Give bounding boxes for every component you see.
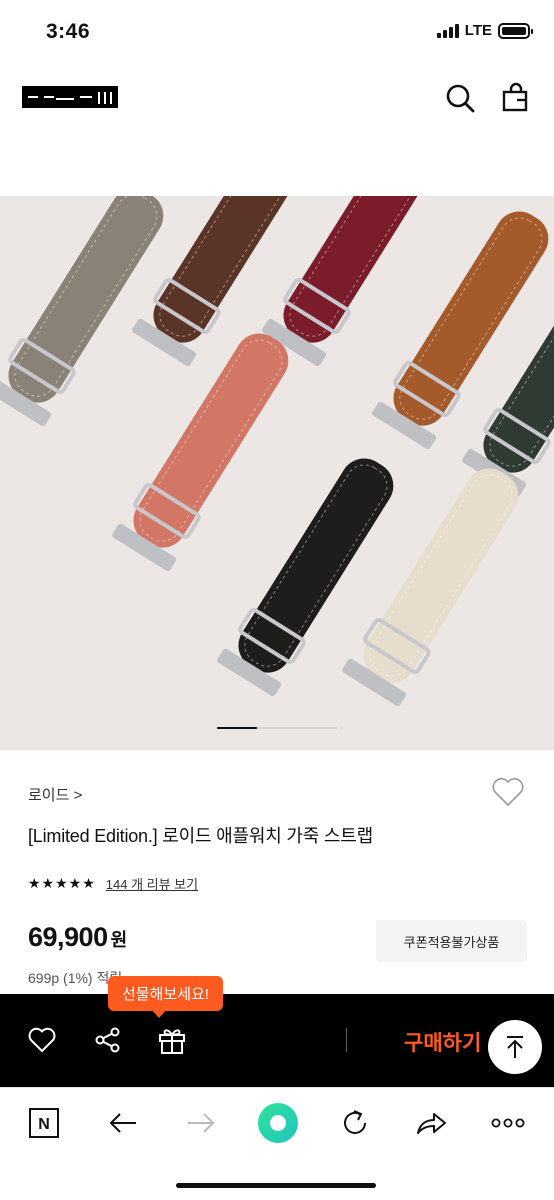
heart-icon[interactable] bbox=[26, 1024, 58, 1056]
share-forward-icon[interactable] bbox=[414, 1106, 448, 1140]
naver-n-label: N bbox=[38, 1116, 50, 1133]
price-amount: 69,900 bbox=[28, 922, 108, 952]
status-bar: 3:46 LTE bbox=[0, 0, 554, 70]
refresh-icon[interactable] bbox=[338, 1106, 372, 1140]
watch-strap bbox=[262, 196, 439, 367]
coupon-badge: 쿠폰적용불가상품 bbox=[376, 920, 527, 962]
back-arrow-icon[interactable] bbox=[106, 1106, 140, 1140]
bottom-action-bar: 구매하기 bbox=[0, 994, 554, 1087]
arrow-up-icon bbox=[507, 1036, 523, 1058]
price: 69,900 원 bbox=[28, 922, 127, 953]
watch-strap bbox=[0, 196, 164, 427]
buy-button[interactable]: 구매하기 bbox=[404, 1027, 481, 1057]
carousel-indicator-track bbox=[257, 727, 337, 729]
watch-strap bbox=[112, 333, 289, 572]
home-indicator bbox=[176, 1183, 376, 1188]
action-divider bbox=[346, 1028, 347, 1052]
network-label: LTE bbox=[464, 22, 492, 39]
carousel-indicator bbox=[0, 726, 554, 732]
price-currency: 원 bbox=[110, 930, 128, 950]
more-icon[interactable] bbox=[490, 1106, 526, 1140]
brand-logo[interactable] bbox=[22, 86, 118, 108]
naver-n-icon[interactable]: N bbox=[27, 1106, 61, 1140]
share-icon[interactable] bbox=[92, 1024, 124, 1056]
app-header bbox=[0, 70, 554, 130]
status-time: 3:46 bbox=[46, 20, 91, 43]
scroll-to-top-button[interactable] bbox=[488, 1020, 542, 1074]
rating-row: ★★★★★ 144 개 리뷰 보기 bbox=[28, 874, 198, 893]
forward-arrow-icon[interactable] bbox=[184, 1106, 218, 1140]
carousel-indicator-active bbox=[217, 727, 257, 729]
signal-icon bbox=[436, 23, 459, 38]
product-title: [Limited Edition.] 로이드 애플워치 가죽 스트랩 bbox=[28, 826, 373, 846]
brand-link[interactable]: 로이드 > bbox=[28, 784, 82, 805]
product-image[interactable] bbox=[0, 196, 554, 750]
gift-icon[interactable] bbox=[156, 1024, 188, 1056]
search-icon[interactable] bbox=[444, 82, 476, 114]
shopping-bag-icon[interactable] bbox=[500, 82, 532, 114]
review-link[interactable]: 144 개 리뷰 보기 bbox=[106, 874, 198, 893]
rating-stars: ★★★★★ bbox=[28, 875, 96, 891]
battery-icon bbox=[498, 22, 533, 39]
green-dot-home-icon[interactable] bbox=[256, 1101, 300, 1145]
apple-watch-leather-straps-photo bbox=[0, 196, 554, 707]
gift-tooltip[interactable]: 선물해보세요! bbox=[108, 976, 223, 1018]
wishlist-heart-icon[interactable] bbox=[490, 774, 526, 810]
